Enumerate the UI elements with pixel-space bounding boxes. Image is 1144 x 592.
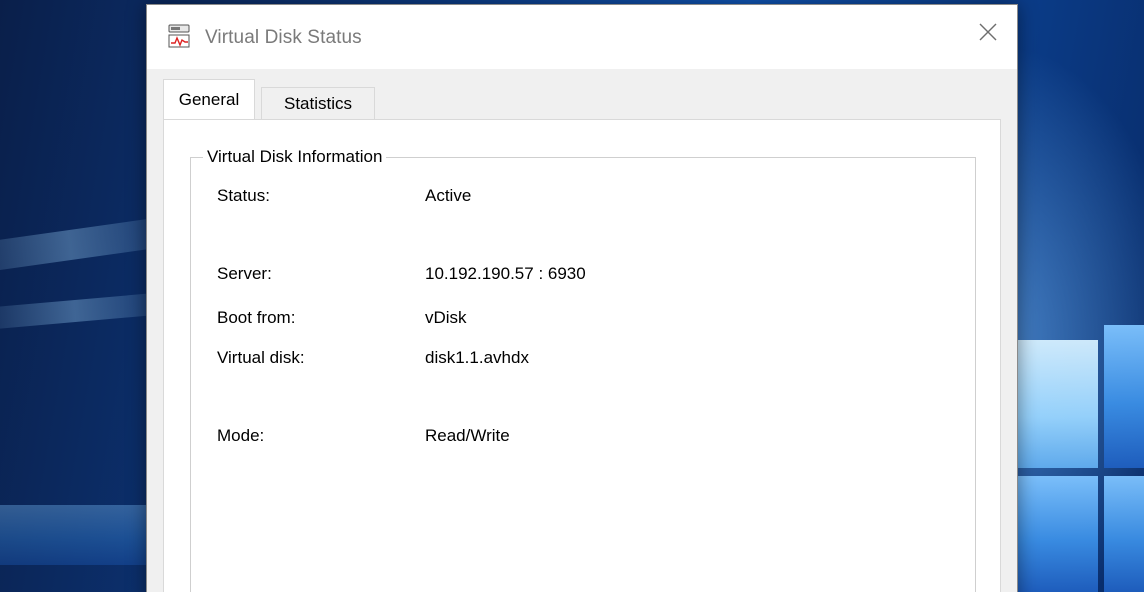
boot-from-label: Boot from: xyxy=(217,308,296,327)
windows-logo-pane xyxy=(1018,340,1098,468)
dialog-client-area: General Statistics Virtual Disk Informat… xyxy=(147,69,1017,592)
virtual-disk-monitor-icon xyxy=(167,23,193,49)
mode-label: Mode: xyxy=(217,426,265,445)
general-tab-panel: Virtual Disk Information Status: Active … xyxy=(163,119,1001,592)
status-value: Active xyxy=(425,186,472,205)
virtual-disk-value: disk1.1.avhdx xyxy=(425,348,529,367)
mode-value: Read/Write xyxy=(425,426,510,445)
boot-from-value: vDisk xyxy=(425,308,467,327)
server-label: Server: xyxy=(217,264,272,283)
server-value: 10.192.190.57 : 6930 xyxy=(425,264,586,283)
close-icon xyxy=(978,22,998,47)
virtual-disk-information-group: Virtual Disk Information Status: Active … xyxy=(190,147,976,592)
windows-logo-pane xyxy=(1104,325,1144,468)
windows-logo-pane xyxy=(1018,476,1098,592)
virtual-disk-status-dialog: Virtual Disk Status General Statistics V… xyxy=(146,4,1018,592)
window-title: Virtual Disk Status xyxy=(205,27,362,48)
group-title: Virtual Disk Information xyxy=(203,147,387,167)
title-bar[interactable]: Virtual Disk Status xyxy=(147,5,1017,69)
desktop-light-band xyxy=(0,505,146,565)
tab-general[interactable]: General xyxy=(163,79,255,119)
windows-logo-pane xyxy=(1104,476,1144,592)
close-button[interactable] xyxy=(959,5,1017,63)
tab-statistics[interactable]: Statistics xyxy=(261,87,375,119)
status-label: Status: xyxy=(217,186,270,205)
virtual-disk-label: Virtual disk: xyxy=(217,348,305,367)
